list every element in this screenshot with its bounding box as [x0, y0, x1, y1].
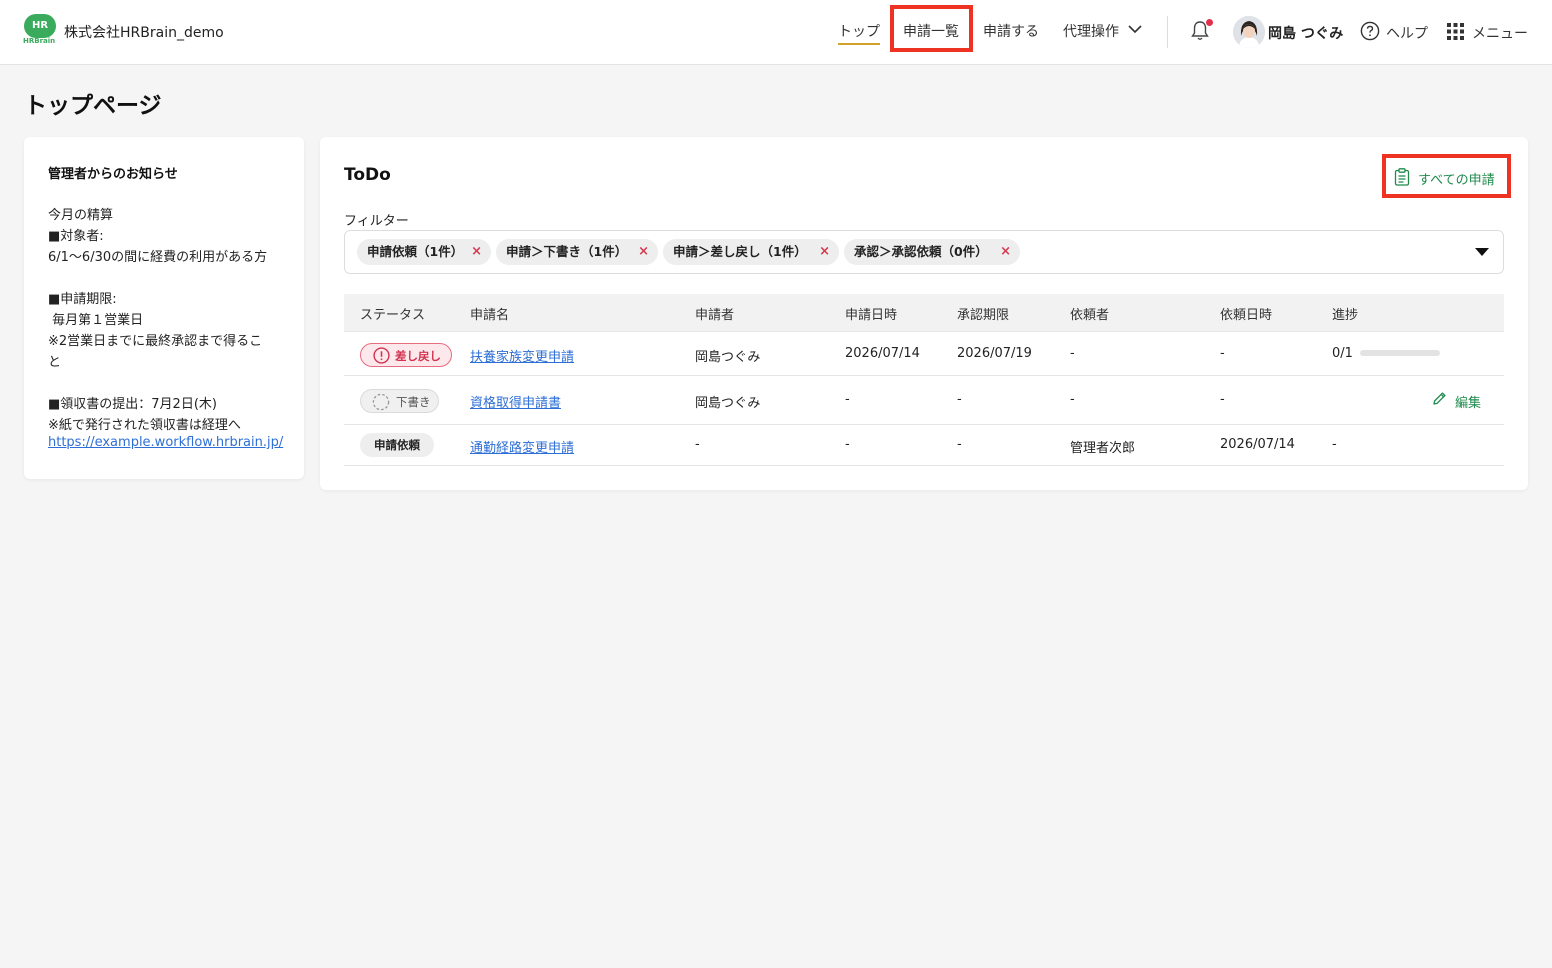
filter-chip-label: 申請依頼（1件） [367, 244, 464, 259]
filter-chip-label: 申請＞下書き（1件） [506, 244, 628, 259]
status-badge-request: 申請依頼 [360, 433, 434, 457]
notice-url-link[interactable]: https://example.workflow.hrbrain.jp/ [48, 435, 283, 450]
status-label: 下書き [396, 395, 431, 409]
deadline-cell: - [957, 392, 962, 407]
nav-proxy-operation[interactable]: 代理操作 [1063, 21, 1119, 41]
column-header-name: 申請名 [470, 308, 510, 323]
filter-label: フィルター [344, 214, 409, 229]
notification-dot [1206, 19, 1213, 26]
notice-title: 管理者からのお知らせ [48, 167, 178, 182]
deadline-cell: 2026/07/19 [957, 346, 1032, 361]
deadline-cell: - [957, 437, 962, 452]
company-name: 株式会社HRBrain_demo [64, 25, 224, 41]
application-name-link[interactable]: 扶養家族変更申請 [470, 346, 574, 365]
draft-circle-icon [372, 393, 390, 411]
requester-cell: 管理者次郎 [1070, 441, 1136, 456]
nav-application-list[interactable]: 申請一覧 [903, 21, 959, 41]
logo-mark: HR [24, 14, 56, 38]
notice-line: と [48, 355, 62, 370]
user-name[interactable]: 岡島 つぐみ [1268, 23, 1343, 43]
status-badge-draft: 下書き [360, 389, 439, 413]
notice-line: ■対象者: [48, 229, 104, 244]
progress-text: - [1332, 437, 1337, 452]
remove-chip-icon[interactable]: × [1000, 239, 1011, 265]
column-header-requester: 依頼者 [1070, 308, 1110, 323]
applicant-cell: 岡島つぐみ [695, 350, 761, 365]
todo-title: ToDo [344, 165, 391, 185]
column-header-applicant: 申請者 [695, 308, 735, 323]
logo-brand-text: HRBrain [23, 37, 56, 45]
chevron-down-icon[interactable] [1128, 24, 1142, 34]
help-link[interactable]: ヘルプ [1386, 23, 1428, 43]
column-header-progress: 進捗 [1332, 308, 1359, 323]
application-name-link[interactable]: 資格取得申請書 [470, 392, 561, 411]
page-title: トップページ [24, 93, 162, 119]
avatar[interactable] [1233, 16, 1265, 48]
progress-bar [1360, 350, 1440, 356]
status-badge-returned: 差し戻し [360, 343, 452, 367]
applied-at-cell: - [845, 392, 850, 407]
clipboard-icon [1394, 168, 1410, 186]
remove-chip-icon[interactable]: × [471, 239, 482, 265]
filter-chip[interactable]: 承認＞承認依頼（0件） × [844, 239, 1020, 265]
pencil-icon [1433, 392, 1446, 405]
notice-line: 6/1〜6/30の間に経費の利用がある方 [48, 250, 268, 265]
applicant-cell: - [695, 437, 700, 452]
notice-line: ※紙で発行された領収書は経理へ [48, 418, 241, 433]
table-row[interactable]: 申請依頼 通勤経路変更申請 - - - 管理者次郎 2026/07/14 - [344, 425, 1504, 466]
applicant-cell: 岡島つぐみ [695, 396, 761, 411]
remove-chip-icon[interactable]: × [638, 239, 649, 265]
nav-top[interactable]: トップ [838, 21, 880, 45]
nav-apply[interactable]: 申請する [983, 21, 1039, 41]
filter-chip-label: 承認＞承認依頼（0件） [854, 244, 988, 259]
status-label: 差し戻し [395, 349, 441, 363]
requested-at-cell: 2026/07/14 [1220, 437, 1295, 452]
table-header: ステータス 申請名 申請者 申請日時 承認期限 依頼者 依頼日時 進捗 [344, 294, 1504, 332]
filter-chip[interactable]: 申請＞下書き（1件） × [496, 239, 658, 265]
applied-at-cell: 2026/07/14 [845, 346, 920, 361]
filter-chip-label: 申請＞差し戻し（1件） [673, 244, 807, 259]
alert-circle-icon [373, 347, 390, 364]
filter-chip[interactable]: 申請＞差し戻し（1件） × [663, 239, 839, 265]
table-row[interactable]: 差し戻し 扶養家族変更申請 岡島つぐみ 2026/07/14 2026/07/1… [344, 332, 1504, 376]
edit-label: 編集 [1455, 396, 1482, 411]
application-name-link[interactable]: 通勤経路変更申請 [470, 437, 574, 456]
applied-at-cell: - [845, 437, 850, 452]
admin-notice-card: 管理者からのお知らせ 今月の精算 ■対象者: 6/1〜6/30の間に経費の利用が… [24, 137, 304, 479]
requested-at-cell: - [1220, 346, 1225, 361]
menu-link[interactable]: メニュー [1472, 23, 1528, 43]
column-header-deadline: 承認期限 [957, 308, 1010, 323]
header-divider [1167, 16, 1168, 48]
all-applications-label: すべての申請 [1418, 173, 1495, 188]
remove-chip-icon[interactable]: × [819, 239, 830, 265]
requester-cell: - [1070, 392, 1075, 407]
column-header-applied-at: 申請日時 [845, 308, 898, 323]
filter-chip[interactable]: 申請依頼（1件） × [357, 239, 491, 265]
grid-menu-icon[interactable] [1447, 23, 1464, 40]
progress-text: 0/1 [1332, 346, 1353, 361]
column-header-requested-at: 依頼日時 [1220, 308, 1273, 323]
requester-cell: - [1070, 346, 1075, 361]
help-icon[interactable] [1360, 21, 1380, 41]
todo-card: ToDo すべての申請 フィルター 申請依頼（1件） × 申請＞下書き（1件） … [320, 137, 1528, 490]
filter-select[interactable]: 申請依頼（1件） × 申請＞下書き（1件） × 申請＞差し戻し（1件） × 承認… [344, 230, 1504, 274]
requested-at-cell: - [1220, 392, 1225, 407]
filter-dropdown-caret-icon[interactable] [1475, 248, 1489, 256]
column-header-status: ステータス [360, 308, 426, 323]
top-navigation-bar: HR HRBrain 株式会社HRBrain_demo トップ 申請一覧 申請す… [0, 0, 1552, 65]
hrbrain-logo[interactable]: HR HRBrain [23, 14, 56, 48]
notice-line: 毎月第１営業日 [48, 313, 144, 328]
notice-line: ■領収書の提出：7月2日(木) [48, 397, 217, 412]
table-row[interactable]: 下書き 資格取得申請書 岡島つぐみ - - - - 編集 [344, 376, 1504, 425]
notice-line: ■申請期限: [48, 292, 117, 307]
notice-line: ※2営業日までに最終承認まで得るこ [48, 334, 263, 349]
notice-line: 今月の精算 [48, 208, 114, 223]
